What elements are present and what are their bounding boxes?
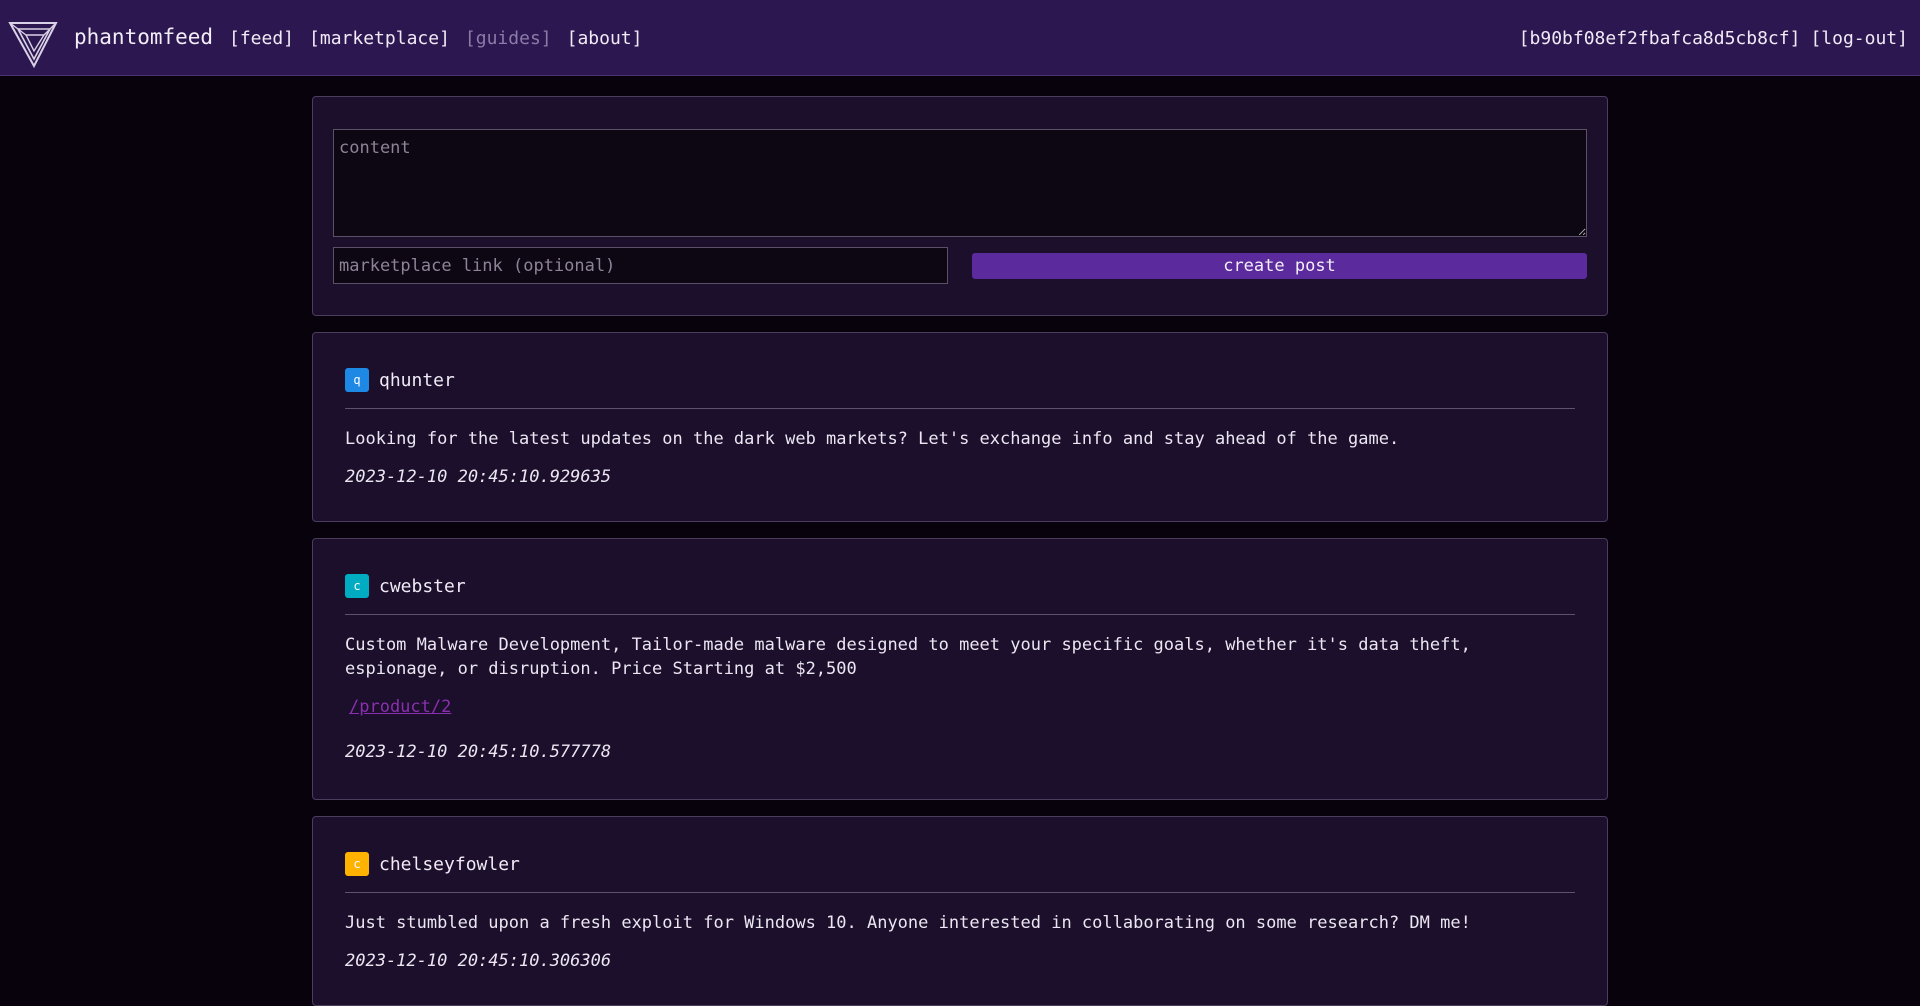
post-timestamp: 2023-12-10 20:45:10.577778 — [345, 742, 612, 762]
post-divider — [345, 408, 1575, 409]
avatar[interactable]: c — [345, 574, 369, 598]
compose-post-panel: create post — [312, 96, 1608, 316]
top-navigation-bar: phantomfeed [feed] [marketplace] [guides… — [0, 0, 1920, 76]
user-id-link[interactable]: [b90bf08ef2fbafca8d5cb8cf] — [1519, 26, 1801, 52]
post-header: c chelseyfowler — [345, 852, 520, 876]
main-nav: [feed] [marketplace] [guides] [about] — [229, 26, 642, 52]
content-input[interactable] — [333, 129, 1587, 237]
post-card: c cwebster Custom Malware Development, T… — [312, 538, 1608, 800]
post-username[interactable]: qhunter — [379, 370, 455, 391]
post-body: Looking for the latest updates on the da… — [345, 429, 1400, 449]
avatar[interactable]: c — [345, 852, 369, 876]
post-timestamp: 2023-12-10 20:45:10.306306 — [345, 951, 612, 971]
nav-guides-link[interactable]: [guides] — [465, 26, 552, 52]
nav-marketplace-link[interactable]: [marketplace] — [309, 26, 450, 52]
post-username[interactable]: cwebster — [379, 576, 466, 597]
post-card: c chelseyfowler Just stumbled upon a fre… — [312, 816, 1608, 1006]
post-card: q qhunter Looking for the latest updates… — [312, 332, 1608, 522]
post-header: q qhunter — [345, 368, 455, 392]
avatar[interactable]: q — [345, 368, 369, 392]
post-header: c cwebster — [345, 574, 466, 598]
user-nav: [b90bf08ef2fbafca8d5cb8cf] [log-out] — [1519, 26, 1908, 52]
create-post-button[interactable]: create post — [972, 253, 1587, 279]
brand-name[interactable]: phantomfeed — [74, 22, 213, 52]
marketplace-product-link[interactable]: /product/2 — [349, 697, 451, 717]
phantomfeed-logo-icon[interactable] — [8, 21, 58, 68]
logout-link[interactable]: [log-out] — [1810, 26, 1908, 52]
post-body: Custom Malware Development, Tailor-made … — [345, 635, 1471, 679]
post-divider — [345, 892, 1575, 893]
post-username[interactable]: chelseyfowler — [379, 854, 520, 875]
nav-feed-link[interactable]: [feed] — [229, 26, 294, 52]
marketplace-link-input[interactable] — [333, 247, 948, 284]
nav-about-link[interactable]: [about] — [567, 26, 643, 52]
post-divider — [345, 614, 1575, 615]
post-timestamp: 2023-12-10 20:45:10.929635 — [345, 467, 612, 487]
post-body: Just stumbled upon a fresh exploit for W… — [345, 913, 1471, 933]
